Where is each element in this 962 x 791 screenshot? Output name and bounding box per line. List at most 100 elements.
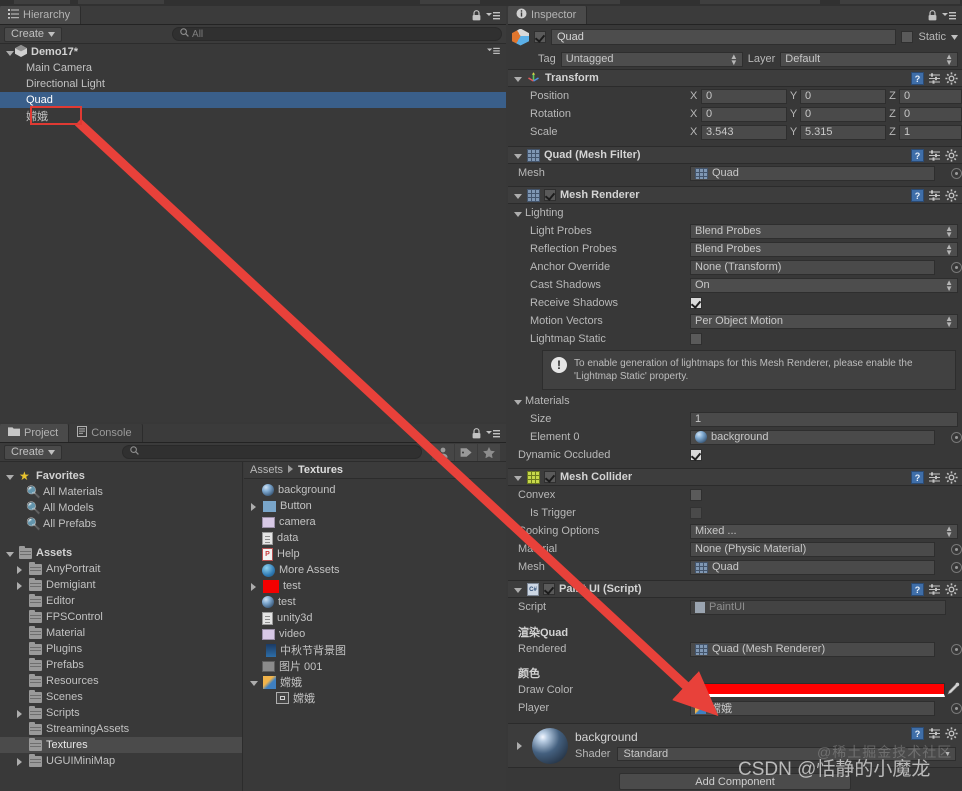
hierarchy-create-button[interactable]: Create bbox=[4, 26, 63, 42]
project-folder-uguiminimap[interactable]: UGUIMiniMap bbox=[0, 753, 242, 769]
tag-dropdown[interactable]: Untagged ▲ ▼ bbox=[560, 51, 743, 67]
foldout-icon[interactable] bbox=[512, 472, 523, 483]
gear-icon[interactable] bbox=[945, 71, 958, 85]
help-icon[interactable]: ? bbox=[911, 470, 924, 484]
mesh-collider-enabled-checkbox[interactable] bbox=[544, 471, 556, 483]
chevron-down-icon[interactable] bbox=[951, 31, 958, 43]
materials-foldout-row[interactable]: Materials bbox=[508, 392, 962, 410]
asset-row-more-assets[interactable]: More Assets bbox=[244, 562, 506, 578]
materials-element0-object-field[interactable]: background bbox=[690, 429, 935, 445]
gameobject-name-input[interactable]: Quad bbox=[551, 29, 897, 45]
foldout-icon[interactable] bbox=[512, 396, 523, 407]
collider-material-object-field[interactable]: None (Physic Material) bbox=[690, 541, 935, 557]
object-picker-icon[interactable] bbox=[951, 561, 962, 573]
project-folder-material[interactable]: Material bbox=[0, 625, 242, 641]
asset-row-change-sprite[interactable]: 嫦娥 bbox=[244, 690, 506, 706]
dynamic-occluded-checkbox[interactable] bbox=[690, 449, 702, 461]
project-favorite-all-models[interactable]: 🔍 All Models bbox=[0, 500, 242, 516]
asset-row-video[interactable]: video bbox=[244, 626, 506, 642]
project-folder-demigiant[interactable]: Demigiant bbox=[0, 577, 242, 593]
layer-dropdown[interactable]: Default ▲ ▼ bbox=[780, 51, 958, 67]
hierarchy-item-quad[interactable]: Quad bbox=[0, 92, 506, 108]
help-icon[interactable]: ? bbox=[911, 727, 924, 740]
position-z-input[interactable]: 0 bbox=[899, 88, 962, 104]
component-header-mesh-collider[interactable]: Mesh Collider ? bbox=[508, 468, 962, 486]
foldout-icon[interactable] bbox=[248, 581, 259, 592]
tab-hierarchy[interactable]: Hierarchy bbox=[0, 6, 82, 24]
breadcrumb-assets[interactable]: Assets bbox=[250, 464, 283, 476]
component-header-mesh-renderer[interactable]: Mesh Renderer ? bbox=[508, 186, 962, 204]
project-folder-scenes[interactable]: Scenes bbox=[0, 689, 242, 705]
paint-ui-enabled-checkbox[interactable] bbox=[543, 583, 555, 595]
foldout-icon[interactable] bbox=[248, 501, 259, 512]
preset-icon[interactable] bbox=[928, 471, 941, 484]
hierarchy-scene-row[interactable]: Demo17* bbox=[0, 44, 506, 60]
light-probes-dropdown[interactable]: Blend Probes ▲ ▼ bbox=[690, 223, 958, 239]
position-y-input[interactable]: 0 bbox=[800, 88, 886, 104]
static-checkbox[interactable] bbox=[901, 31, 914, 43]
rendered-object-field[interactable]: Quad (Mesh Renderer) bbox=[690, 641, 935, 657]
asset-row-camera[interactable]: camera bbox=[244, 514, 506, 530]
project-folder-resources[interactable]: Resources bbox=[0, 673, 242, 689]
cooking-options-dropdown[interactable]: Mixed ... ▲ ▼ bbox=[690, 523, 958, 539]
hierarchy-item-main-camera[interactable]: Main Camera bbox=[0, 60, 506, 76]
project-folder-streamingassets[interactable]: StreamingAssets bbox=[0, 721, 242, 737]
asset-row-test-material[interactable]: test bbox=[244, 594, 506, 610]
gear-icon[interactable] bbox=[945, 148, 958, 162]
rotation-z-input[interactable]: 0 bbox=[899, 106, 962, 122]
gameobject-enabled-checkbox[interactable] bbox=[534, 31, 546, 43]
project-search-input[interactable] bbox=[122, 445, 423, 459]
panel-menu-icon[interactable] bbox=[486, 11, 500, 23]
asset-row-button[interactable]: Button bbox=[244, 498, 506, 514]
lightmap-static-checkbox[interactable] bbox=[690, 333, 702, 345]
project-folder-anyportrait[interactable]: AnyPortrait bbox=[0, 561, 242, 577]
object-picker-icon[interactable] bbox=[951, 261, 962, 273]
reflection-probes-dropdown[interactable]: Blend Probes ▲ ▼ bbox=[690, 241, 958, 257]
materials-size-input[interactable]: 1 bbox=[690, 411, 958, 427]
foldout-icon[interactable] bbox=[4, 548, 15, 559]
mesh-object-field[interactable]: Quad bbox=[690, 165, 935, 181]
shader-dropdown[interactable]: Standard ▼ bbox=[617, 747, 956, 761]
foldout-icon[interactable] bbox=[4, 47, 15, 58]
hierarchy-search-input[interactable]: All bbox=[172, 27, 502, 41]
help-icon[interactable]: ? bbox=[911, 71, 924, 85]
breadcrumb-textures[interactable]: Textures bbox=[298, 464, 343, 476]
lighting-foldout-row[interactable]: Lighting bbox=[508, 204, 962, 222]
object-picker-icon[interactable] bbox=[951, 431, 962, 443]
help-icon[interactable]: ? bbox=[911, 188, 924, 202]
draw-color-swatch[interactable] bbox=[690, 683, 945, 697]
hierarchy-item-directional-light[interactable]: Directional Light bbox=[0, 76, 506, 92]
filter-by-type-icon[interactable] bbox=[432, 443, 455, 461]
asset-row-data[interactable]: data bbox=[244, 530, 506, 546]
tab-project[interactable]: Project bbox=[0, 424, 70, 442]
scale-z-input[interactable]: 1 bbox=[899, 124, 962, 140]
foldout-icon[interactable] bbox=[514, 740, 525, 751]
project-folder-plugins[interactable]: Plugins bbox=[0, 641, 242, 657]
project-favorite-all-materials[interactable]: 🔍 All Materials bbox=[0, 484, 242, 500]
foldout-icon[interactable] bbox=[512, 584, 523, 595]
gear-icon[interactable] bbox=[945, 727, 958, 740]
preset-icon[interactable] bbox=[928, 149, 941, 162]
gear-icon[interactable] bbox=[945, 582, 958, 596]
foldout-icon[interactable] bbox=[512, 73, 523, 84]
lock-icon[interactable] bbox=[928, 10, 937, 24]
convex-checkbox[interactable] bbox=[690, 489, 702, 501]
preset-icon[interactable] bbox=[928, 727, 941, 740]
object-picker-icon[interactable] bbox=[951, 167, 962, 179]
gear-icon[interactable] bbox=[945, 470, 958, 484]
lock-icon[interactable] bbox=[472, 10, 481, 24]
preset-icon[interactable] bbox=[928, 72, 941, 85]
asset-row-unity3d[interactable]: unity3d bbox=[244, 610, 506, 626]
object-picker-icon[interactable] bbox=[951, 543, 962, 555]
foldout-icon[interactable] bbox=[14, 580, 25, 591]
project-folder-scripts[interactable]: Scripts bbox=[0, 705, 242, 721]
motion-vectors-dropdown[interactable]: Per Object Motion ▲ ▼ bbox=[690, 313, 958, 329]
anchor-override-object-field[interactable]: None (Transform) bbox=[690, 259, 935, 275]
player-object-field[interactable]: 嫦娥 bbox=[690, 700, 935, 716]
component-header-transform[interactable]: Transform ? bbox=[508, 69, 962, 87]
asset-row-change-prefab[interactable]: 嫦娥 bbox=[244, 674, 506, 690]
foldout-icon[interactable] bbox=[14, 564, 25, 575]
asset-row-help[interactable]: P Help bbox=[244, 546, 506, 562]
position-x-input[interactable]: 0 bbox=[701, 88, 787, 104]
scale-y-input[interactable]: 5.315 bbox=[800, 124, 886, 140]
